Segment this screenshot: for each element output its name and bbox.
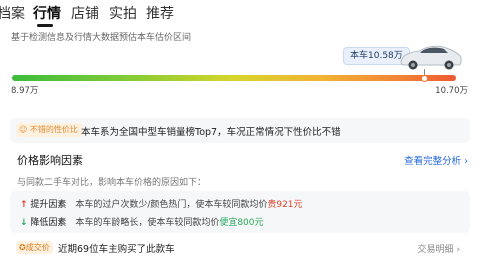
tab-store[interactable]: 店铺 bbox=[71, 3, 99, 23]
tab-archive[interactable]: 档案 bbox=[0, 3, 25, 23]
factor-row-increase: ↑ 提升因素 本车的过户次数少/颜色热门，使本车较同款均价贵921元 bbox=[20, 197, 303, 211]
price-range-bar bbox=[12, 75, 456, 81]
price-marker-dot bbox=[421, 75, 428, 82]
price-factors-title: 价格影响因素 bbox=[17, 154, 83, 167]
top-tabs: 档案 行情 店铺 实拍 推荐 bbox=[0, 0, 480, 27]
arrow-down-icon: ↓ bbox=[20, 218, 28, 228]
factor-text: 本车的过户次数少/颜色热门，使本车较同款均价 bbox=[75, 200, 268, 210]
full-analysis-link[interactable]: 查看完整分析 › bbox=[404, 153, 468, 167]
price-factors-card: ↑ 提升因素 本车的过户次数少/颜色热门，使本车较同款均价贵921元 ↓ 降低因… bbox=[10, 191, 470, 233]
transaction-details-link[interactable]: 交易明细 › bbox=[418, 242, 460, 255]
min-price-label: 8.97万 bbox=[11, 86, 39, 96]
value-badge: ☺ 不错的性价比 bbox=[16, 123, 83, 137]
deal-badge: ✪成交价 bbox=[16, 241, 53, 254]
tab-recommend[interactable]: 推荐 bbox=[146, 3, 174, 23]
thumbs-up-icon: ☺ bbox=[19, 125, 28, 134]
value-tag-card: ☺ 不错的性价比 本车系为全国中型车销量榜Top7，车况正常情况下性价比不错 bbox=[10, 118, 470, 143]
arrow-up-icon: ↑ bbox=[20, 200, 28, 210]
deal-text: 近期69位车主购买了此款车 bbox=[58, 244, 175, 255]
estimate-subtitle: 基于检测信息及行情大数据预估本车估价区间 bbox=[11, 33, 192, 43]
factor-price-down: 便宜800元 bbox=[219, 218, 264, 228]
factor-label: 降低因素 bbox=[30, 218, 67, 228]
value-badge-text: 不错的性价比 bbox=[29, 125, 78, 134]
coin-icon: ✪ bbox=[19, 243, 26, 252]
factor-text: 本车的车龄略长，使本车较同款均价 bbox=[75, 218, 220, 228]
factor-price-up: 贵921元 bbox=[267, 200, 303, 210]
deal-row: ✪成交价 近期69位车主购买了此款车 交易明细 › bbox=[10, 236, 470, 258]
car-icon bbox=[400, 45, 462, 70]
active-tab-indicator bbox=[37, 24, 53, 27]
factor-row-decrease: ↓ 降低因素 本车的车龄略长，使本车较同款均价便宜800元 bbox=[20, 215, 264, 229]
tab-photos[interactable]: 实拍 bbox=[109, 3, 137, 23]
price-factors-description: 与同款二手车对比，影响本车价格的原因如下： bbox=[17, 178, 207, 188]
value-tag-text: 本车系为全国中型车销量榜Top7，车况正常情况下性价比不错 bbox=[81, 127, 341, 138]
deal-badge-text: 成交价 bbox=[25, 243, 50, 252]
max-price-label: 10.70万 bbox=[435, 86, 468, 96]
tab-market[interactable]: 行情 bbox=[33, 3, 61, 23]
factor-label: 提升因素 bbox=[30, 200, 67, 210]
